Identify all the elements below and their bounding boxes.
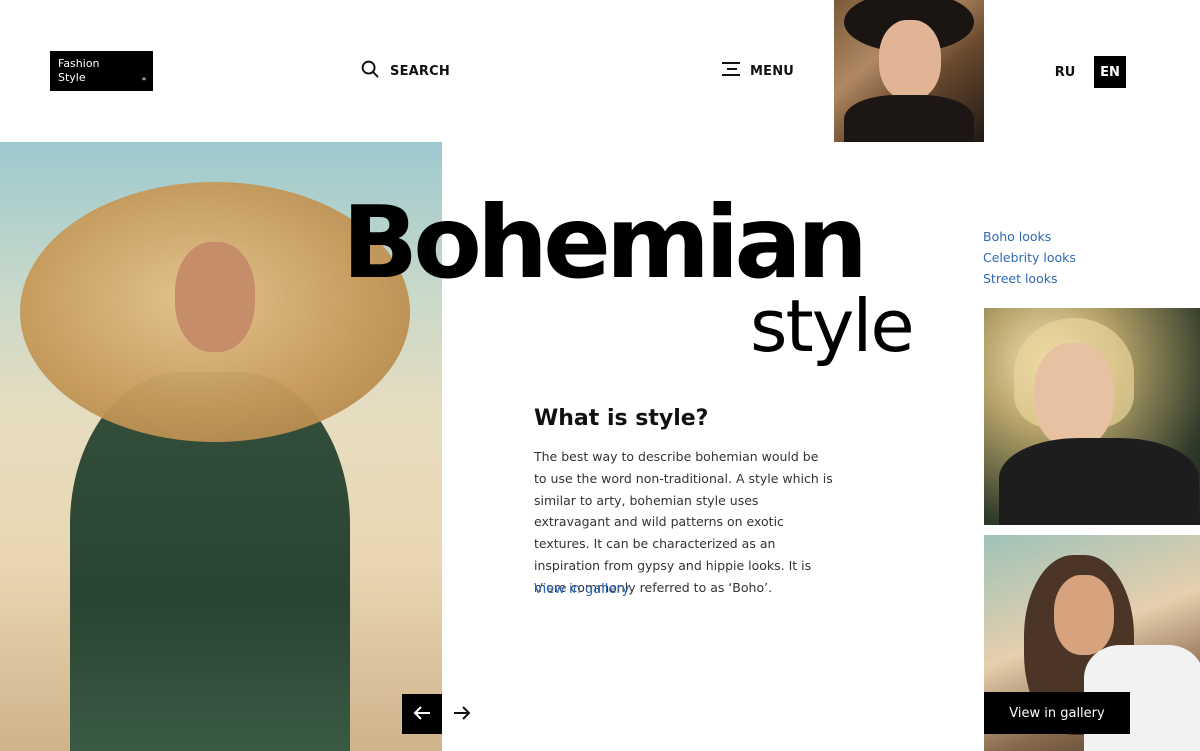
r1-body-shape bbox=[999, 438, 1199, 525]
page-subtitle: style bbox=[750, 284, 915, 368]
menu-icon bbox=[722, 61, 740, 81]
top-body-shape bbox=[844, 95, 974, 142]
search-icon bbox=[361, 60, 380, 83]
r1-face-shape bbox=[1034, 343, 1114, 448]
arrow-right-icon bbox=[453, 705, 471, 724]
top-face-shape bbox=[879, 20, 941, 100]
search-label: SEARCH bbox=[390, 63, 450, 79]
side-link-street[interactable]: Street looks bbox=[983, 270, 1076, 287]
prev-slide-button[interactable] bbox=[402, 694, 442, 734]
arrow-left-icon bbox=[413, 705, 431, 724]
article-heading: What is style? bbox=[534, 406, 709, 431]
r2-face-shape bbox=[1054, 575, 1114, 655]
article-body: The best way to describe bohemian would … bbox=[534, 449, 833, 595]
side-links: Boho looks Celebrity looks Street looks bbox=[983, 228, 1076, 287]
photo-right-1 bbox=[984, 308, 1200, 525]
lang-ru-button[interactable]: RU bbox=[1048, 57, 1082, 88]
side-link-celebrity[interactable]: Celebrity looks bbox=[983, 249, 1076, 266]
side-link-boho[interactable]: Boho looks bbox=[983, 228, 1076, 245]
photo-top bbox=[834, 0, 984, 142]
next-slide-button[interactable] bbox=[448, 694, 476, 734]
hero-face-shape bbox=[175, 242, 255, 352]
logo-star: * bbox=[142, 76, 146, 85]
menu-button[interactable]: MENU bbox=[722, 61, 794, 81]
lang-en-button[interactable]: EN bbox=[1094, 56, 1126, 88]
logo[interactable]: Fashion Style * bbox=[50, 51, 153, 91]
logo-text: Fashion Style bbox=[58, 57, 100, 84]
view-in-gallery-button[interactable]: View in gallery bbox=[984, 692, 1130, 734]
menu-label: MENU bbox=[750, 63, 795, 79]
search-button[interactable]: SEARCH bbox=[361, 60, 450, 83]
view-in-gallery-link[interactable]: View in gallery bbox=[534, 582, 629, 597]
